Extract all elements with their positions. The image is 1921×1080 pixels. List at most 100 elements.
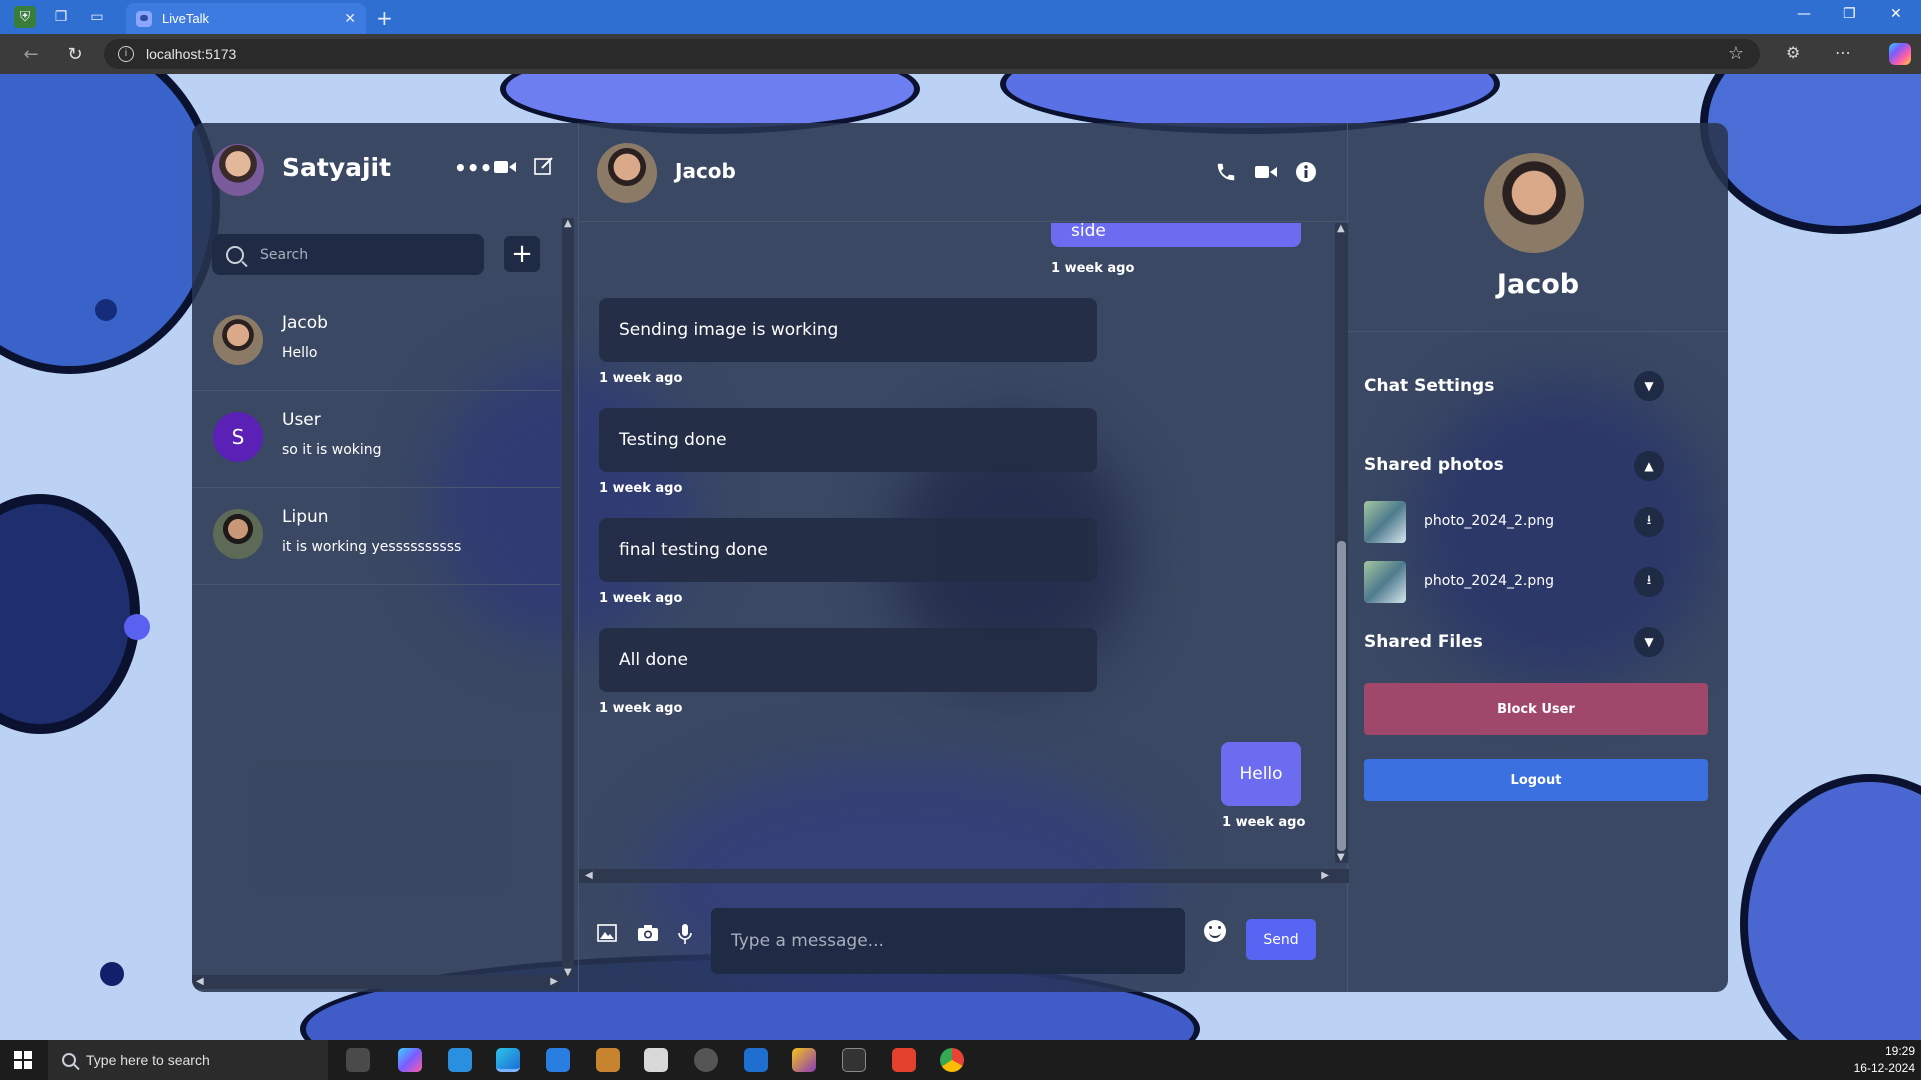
- microphone-icon[interactable]: [677, 923, 693, 950]
- chat-last-message: so it is woking: [282, 442, 382, 458]
- livetalk-app: Satyajit ••• + Jacob Hello S User so it …: [192, 123, 1728, 992]
- message-bubble: Hello: [1221, 742, 1301, 806]
- photo-name: photo_2024_2.png: [1424, 573, 1555, 589]
- scroll-left-arrow-icon[interactable]: ◀: [585, 870, 593, 881]
- windows-taskbar: Type here to search 19:29 16-12-2024: [0, 1040, 1921, 1080]
- url-field[interactable]: i localhost:5173 ☆: [104, 39, 1760, 69]
- close-tab-icon[interactable]: ✕: [344, 11, 356, 27]
- more-menu-icon[interactable]: ⋯: [1835, 43, 1851, 62]
- reload-icon[interactable]: ↻: [62, 44, 88, 65]
- shared-files-title[interactable]: Shared Files: [1364, 632, 1483, 652]
- todo-icon[interactable]: [546, 1048, 570, 1072]
- chevron-up-icon[interactable]: ▲: [1634, 451, 1664, 481]
- video-icon[interactable]: [494, 156, 516, 180]
- paint-icon[interactable]: [644, 1048, 668, 1072]
- send-button[interactable]: Send: [1246, 919, 1316, 960]
- image-icon[interactable]: [597, 923, 617, 947]
- camera-icon[interactable]: [637, 923, 659, 947]
- app-icon[interactable]: [792, 1048, 816, 1072]
- video-call-icon[interactable]: [1255, 161, 1277, 185]
- chat-settings-title[interactable]: Chat Settings: [1364, 376, 1494, 396]
- wallpaper-dot: [124, 614, 150, 640]
- message-list-vertical-scrollbar[interactable]: ▲ ▼: [1335, 223, 1348, 863]
- task-view-icon[interactable]: [346, 1048, 370, 1072]
- browser-tab-livetalk[interactable]: LiveTalk ✕: [126, 3, 366, 34]
- minimize-icon[interactable]: —: [1797, 6, 1811, 22]
- chrome-icon[interactable]: [940, 1048, 964, 1072]
- download-icon[interactable]: ⭳: [1634, 567, 1664, 597]
- message-input[interactable]: [711, 908, 1185, 974]
- chat-list-item-user[interactable]: S User so it is woking: [192, 392, 560, 488]
- scroll-down-arrow-icon[interactable]: ▼: [1337, 852, 1345, 863]
- profile-icon[interactable]: ⛨: [14, 6, 36, 28]
- extensions-icon[interactable]: ⚙: [1786, 43, 1800, 62]
- site-info-icon[interactable]: i: [118, 46, 134, 62]
- download-icon[interactable]: ⭳: [1634, 507, 1664, 537]
- workspaces-icon[interactable]: ❐: [50, 6, 72, 28]
- wallpaper-swirl: [1700, 74, 1921, 234]
- chat-details-panel: Jacob Chat Settings ▼ Shared photos ▲ ph…: [1348, 123, 1728, 992]
- logout-button[interactable]: Logout: [1364, 759, 1708, 801]
- edge-icon[interactable]: [496, 1048, 520, 1072]
- photo-thumbnail[interactable]: [1364, 561, 1406, 603]
- message-list-horizontal-scrollbar[interactable]: ◀ ▶: [579, 869, 1349, 883]
- shared-photos-title[interactable]: Shared photos: [1364, 455, 1504, 475]
- emoji-icon[interactable]: [1204, 920, 1226, 942]
- chat-list-horizontal-scrollbar[interactable]: ◀ ▶: [192, 975, 562, 989]
- chat-list-item-jacob[interactable]: Jacob Hello: [192, 295, 560, 391]
- app-icon[interactable]: [596, 1048, 620, 1072]
- message-bubble: final testing done: [599, 518, 1097, 582]
- scroll-left-arrow-icon[interactable]: ◀: [196, 976, 204, 987]
- terminal-icon[interactable]: [842, 1048, 866, 1072]
- phone-icon[interactable]: [1215, 161, 1237, 188]
- more-options-icon[interactable]: •••: [454, 156, 492, 180]
- chat-list-item-lipun[interactable]: Lipun it is working yessssssssss: [192, 489, 560, 585]
- add-user-button[interactable]: +: [504, 236, 540, 272]
- tab-actions-icon[interactable]: ▭: [86, 6, 108, 28]
- taskbar-search[interactable]: Type here to search: [48, 1040, 328, 1080]
- wallpaper-swirl: [0, 494, 140, 734]
- vscode-icon[interactable]: [448, 1048, 472, 1072]
- system-clock[interactable]: 19:29 16-12-2024: [1854, 1043, 1915, 1077]
- message-time: 1 week ago: [599, 591, 683, 606]
- scroll-down-arrow-icon[interactable]: ▼: [564, 967, 572, 978]
- chat-header-avatar[interactable]: [597, 143, 657, 203]
- new-tab-button[interactable]: +: [376, 6, 393, 30]
- windows-start-icon[interactable]: [14, 1051, 32, 1069]
- obs-icon[interactable]: [694, 1048, 718, 1072]
- chat-name: Lipun: [282, 507, 329, 527]
- favorite-star-icon[interactable]: ☆: [1728, 43, 1744, 64]
- detail-name: Jacob: [1496, 269, 1580, 300]
- search-input[interactable]: [260, 246, 460, 263]
- scroll-right-arrow-icon[interactable]: ▶: [550, 976, 558, 987]
- block-user-button[interactable]: Block User: [1364, 683, 1708, 735]
- avatar: [213, 315, 263, 365]
- app-icon[interactable]: [892, 1048, 916, 1072]
- message-bubble: testing done from this side: [1051, 223, 1301, 247]
- back-icon[interactable]: ←: [18, 44, 44, 65]
- chevron-down-icon[interactable]: ▼: [1634, 627, 1664, 657]
- scroll-up-arrow-icon[interactable]: ▲: [1337, 223, 1345, 234]
- copilot-app-icon[interactable]: [398, 1048, 422, 1072]
- message-time: 1 week ago: [1051, 261, 1135, 276]
- scrollbar-thumb[interactable]: [1337, 541, 1346, 851]
- copilot-icon[interactable]: [1889, 43, 1911, 65]
- chat-list-vertical-scrollbar[interactable]: ▲ ▼: [562, 218, 574, 978]
- outlook-icon[interactable]: [744, 1048, 768, 1072]
- message-bubble: All done: [599, 628, 1097, 692]
- restore-icon[interactable]: ❐: [1843, 6, 1856, 22]
- current-user-avatar[interactable]: [212, 144, 264, 196]
- scroll-right-arrow-icon[interactable]: ▶: [1321, 870, 1329, 881]
- shared-photo-item: photo_2024_2.png ⭳: [1364, 561, 1664, 603]
- avatar: [213, 509, 263, 559]
- window-close-icon[interactable]: ✕: [1890, 6, 1902, 22]
- info-icon[interactable]: [1295, 161, 1317, 188]
- browser-tab-bar: ⛨ ❐ ▭ LiveTalk ✕ + — ❐ ✕: [0, 0, 1921, 34]
- scroll-up-arrow-icon[interactable]: ▲: [564, 218, 572, 229]
- wallpaper-dot: [100, 962, 124, 986]
- edit-icon[interactable]: [534, 156, 554, 181]
- detail-divider: [1348, 331, 1728, 332]
- chevron-down-icon[interactable]: ▼: [1634, 371, 1664, 401]
- shared-photo-item: photo_2024_2.png ⭳: [1364, 501, 1664, 543]
- photo-thumbnail[interactable]: [1364, 501, 1406, 543]
